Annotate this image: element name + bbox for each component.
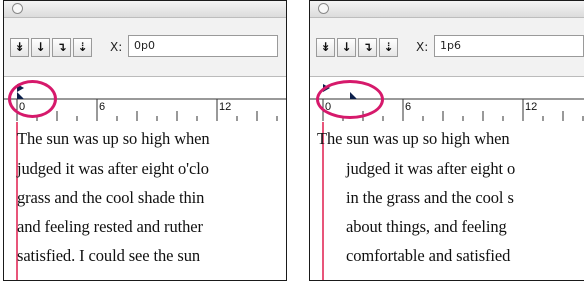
tabs-toolbar: ↡ ↓ ↴ ⇣ X: 1p6 <box>310 18 584 76</box>
align-to-decimal-tab-button[interactable]: ⇣ <box>73 38 92 57</box>
right-justified-tab-button[interactable]: ↴ <box>358 38 377 57</box>
left-justified-tab-button[interactable]: ↡ <box>316 38 335 57</box>
center-justified-tab-button[interactable]: ↓ <box>31 38 50 57</box>
align-to-decimal-tab-button[interactable]: ⇣ <box>379 38 398 57</box>
text-line: grass and the cool shade thin <box>17 188 205 207</box>
right-justified-tab-button[interactable]: ↴ <box>52 38 71 57</box>
text-line: and feeling rested and ruther <box>17 217 203 236</box>
panel-titlebar <box>4 1 286 18</box>
x-position-label: X: <box>110 40 123 54</box>
x-position-field[interactable]: 0p0 <box>128 35 278 57</box>
text-line: judged it was after eight o'clo <box>17 159 209 178</box>
align-to-decimal-tab-icon: ⇣ <box>383 40 394 54</box>
ruler-label: 12 <box>219 101 232 113</box>
tabs-panel-before: ↡ ↓ ↴ ⇣ X: 0p0 0 6 12 The sun was up so … <box>3 0 287 281</box>
x-position-label: X: <box>416 40 429 54</box>
left-justified-tab-button[interactable]: ↡ <box>10 38 29 57</box>
highlight-circle <box>8 80 57 118</box>
panel-titlebar <box>310 1 584 18</box>
x-position-field[interactable]: 1p6 <box>434 35 584 57</box>
left-justified-tab-icon: ↡ <box>320 40 331 54</box>
tabs-panel-after: ↡ ↓ ↴ ⇣ X: 1p6 0 6 12 The sun was up so … <box>309 0 584 281</box>
close-icon[interactable] <box>318 3 329 14</box>
text-frame: The sun was up so high when judged it wa… <box>4 122 286 280</box>
text-line: judged it was after eight o <box>346 159 516 178</box>
right-justified-tab-icon: ↴ <box>56 40 67 54</box>
center-justified-tab-icon: ↓ <box>35 40 46 54</box>
text-line: satisfied. I could see the sun <box>17 246 201 265</box>
tabs-toolbar: ↡ ↓ ↴ ⇣ X: 0p0 <box>4 18 286 76</box>
text-line: The sun was up so high when <box>317 129 510 148</box>
align-to-decimal-tab-icon: ⇣ <box>77 40 88 54</box>
highlight-circle <box>316 80 384 119</box>
text-line: comfortable and satisfied <box>346 246 511 265</box>
text-line: about things, and feeling <box>346 217 507 236</box>
close-icon[interactable] <box>12 3 23 14</box>
center-justified-tab-icon: ↓ <box>341 40 352 54</box>
left-justified-tab-icon: ↡ <box>14 40 25 54</box>
ruler-label: 6 <box>405 101 412 113</box>
ruler-label: 12 <box>525 101 538 113</box>
text-line: The sun was up so high when <box>17 129 210 148</box>
text-frame: The sun was up so high when judged it wa… <box>310 122 584 280</box>
center-justified-tab-button[interactable]: ↓ <box>337 38 356 57</box>
right-justified-tab-icon: ↴ <box>362 40 373 54</box>
ruler-label: 6 <box>99 101 106 113</box>
text-line: in the grass and the cool s <box>346 188 514 207</box>
